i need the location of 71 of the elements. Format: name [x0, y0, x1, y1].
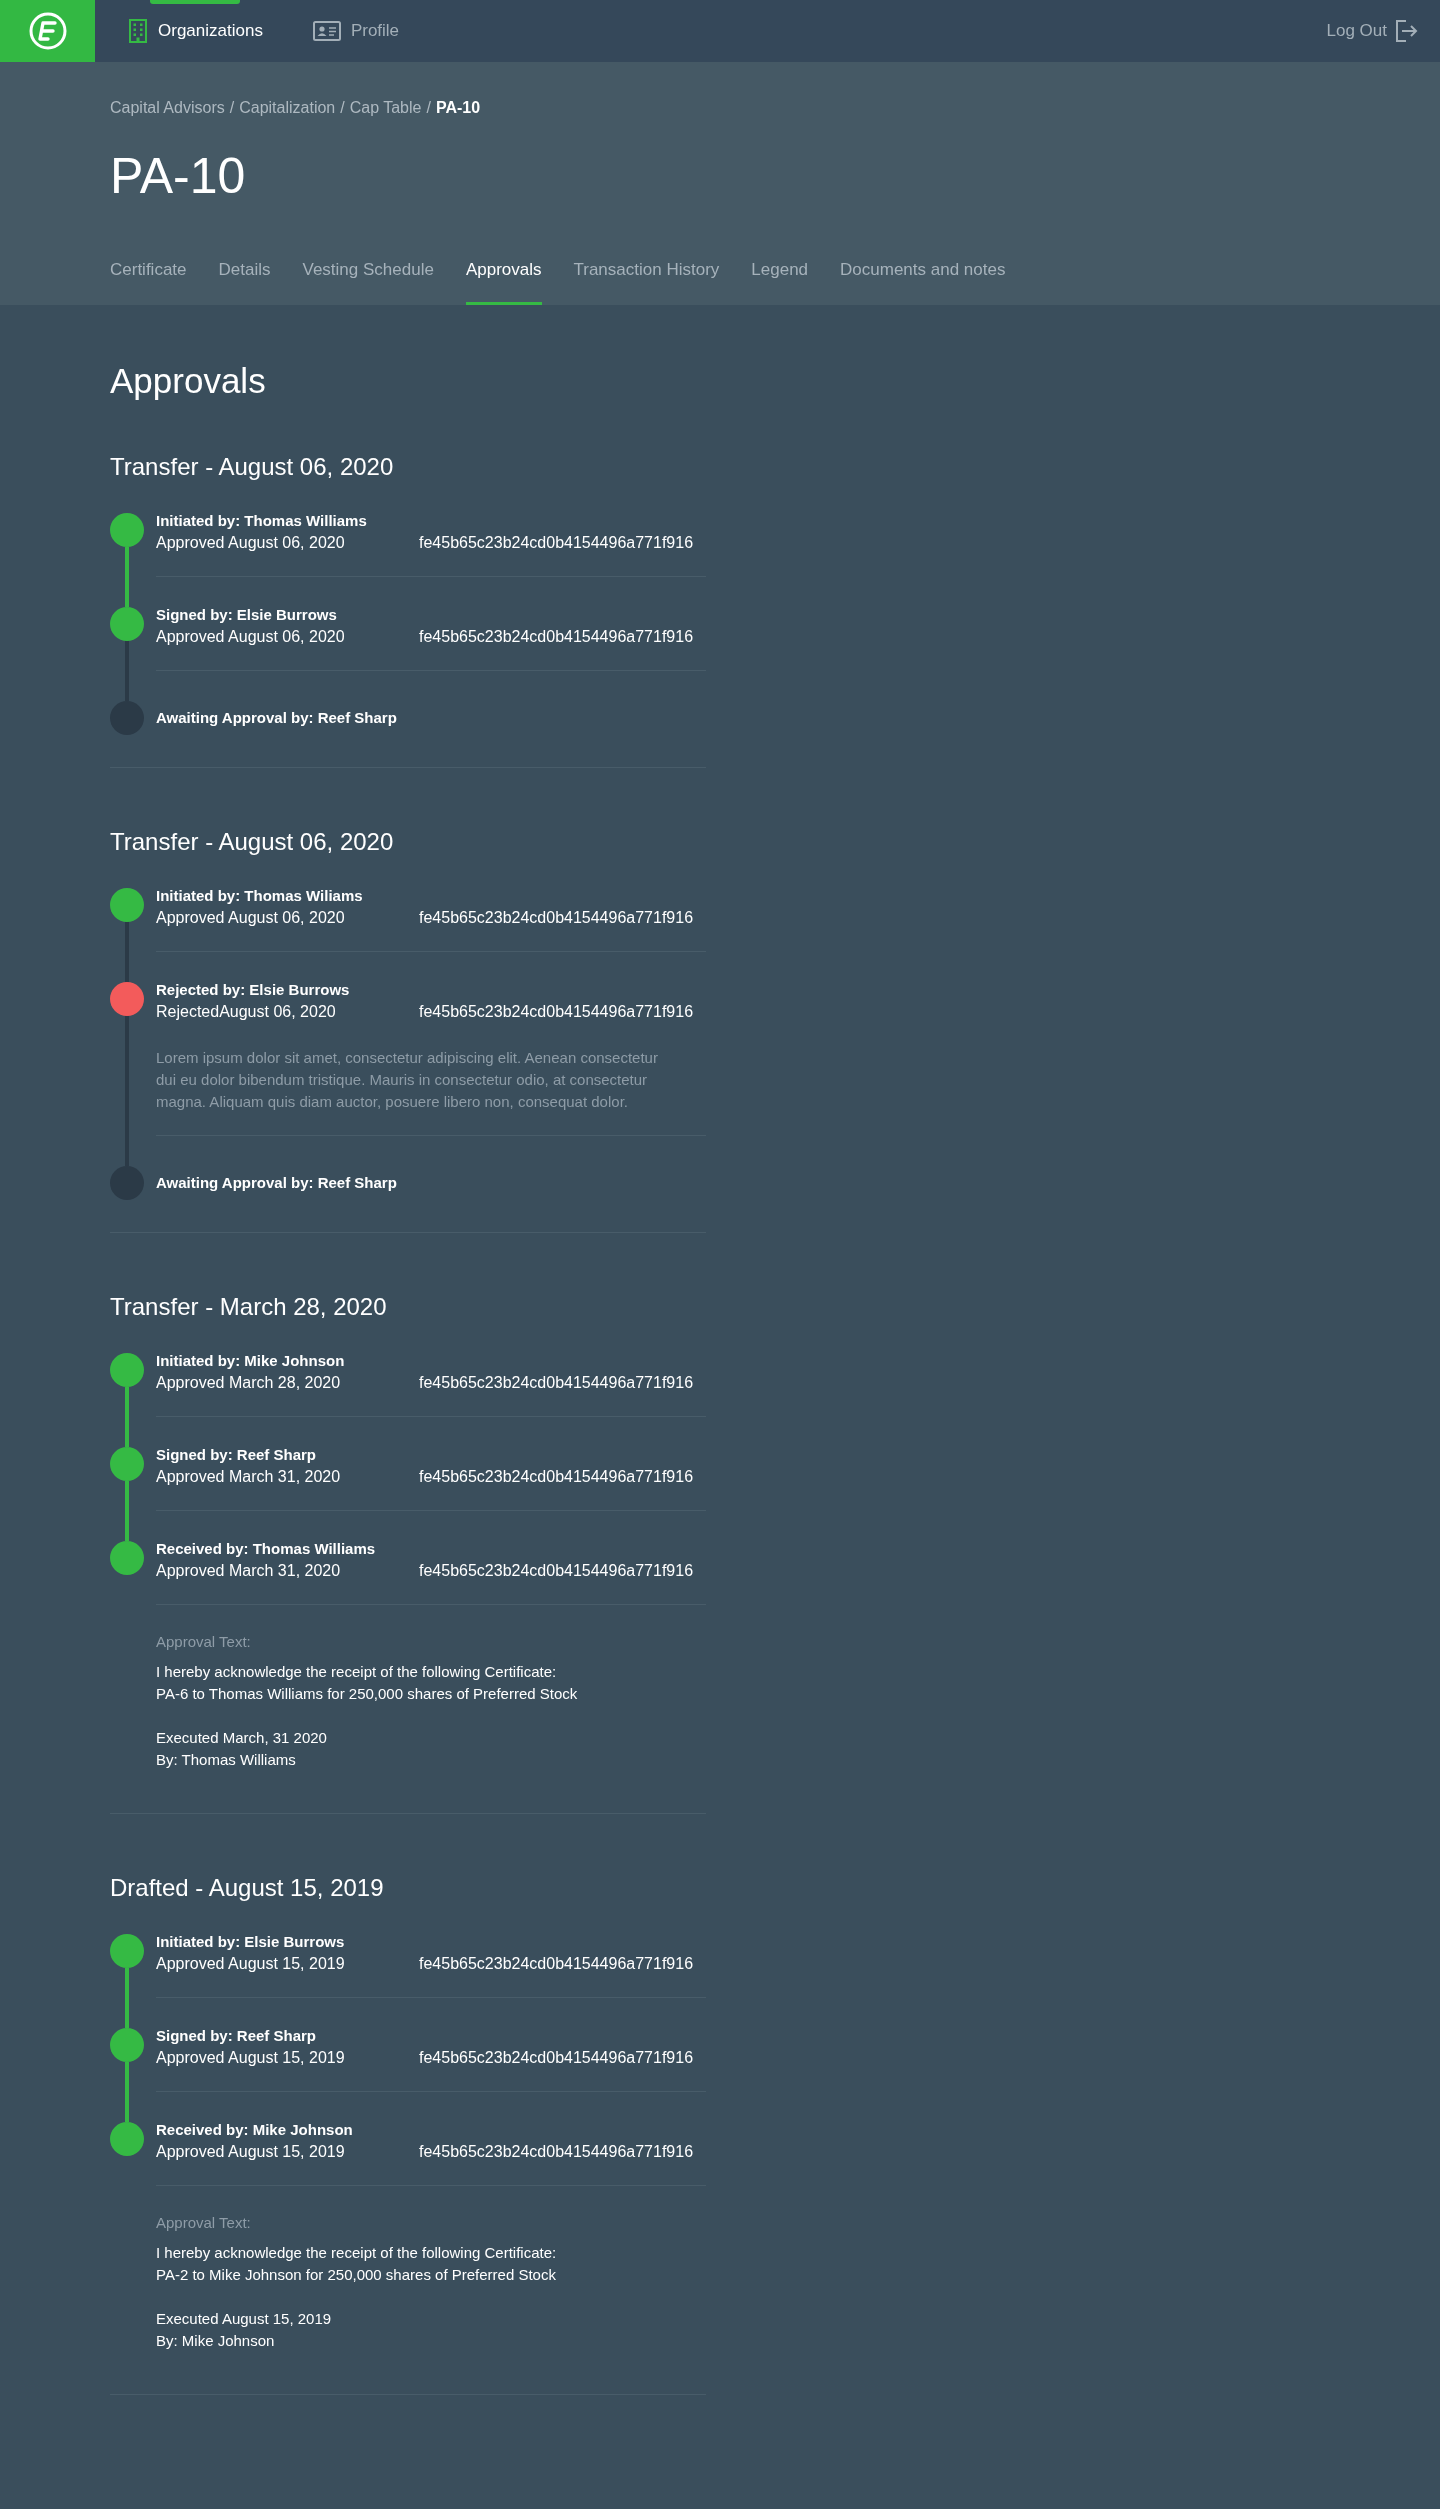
step-date: Approved August 06, 2020 [156, 627, 346, 647]
step-date: Approved August 15, 2019 [156, 1954, 346, 1974]
breadcrumb-link[interactable]: Cap Table [349, 97, 422, 119]
tab[interactable]: Legend [751, 245, 809, 305]
signature-hash: fe45b65c23b24cd0b4154496a771f916 [419, 1561, 694, 1581]
signature-hash: fe45b65c23b24cd0b4154496a771f916 [419, 1373, 694, 1393]
id-card-icon [312, 21, 341, 41]
step-date: Approved March 31, 2020 [156, 1561, 342, 1581]
step-date: Approved March 31, 2020 [156, 1467, 342, 1487]
approval-text-paragraph: I hereby acknowledge the receipt of the following Certificate: PA-2 to Mike Johnson for 250,000 shares of Preferred Stock [156, 2243, 558, 2285]
signature-hash: fe45b65c23b24cd0b4154496a771f916 [419, 1002, 694, 1022]
nav-item[interactable]: Profile [294, 0, 418, 62]
approval-text-paragraph: Executed March, 31 2020 By: Thomas Williams [156, 1728, 328, 1770]
breadcrumb-link[interactable]: Capital Advisors [110, 97, 225, 119]
tab[interactable]: Certificate [110, 245, 187, 305]
step-title: Initiated by: Thomas Wiliams [156, 886, 364, 906]
step-date: RejectedAugust 06, 2020 [156, 1002, 337, 1022]
approval-text-paragraph: Executed August 15, 2019 By: Mike Johnson [156, 2309, 333, 2351]
approval-text-paragraph: I hereby acknowledge the receipt of the following Certificate: PA-6 to Thomas Williams for 250,000 shares of Preferred Stock [156, 1662, 579, 1704]
page-title: PA-10 [110, 147, 247, 206]
approval-group-title: Transfer - August 06, 2020 [110, 827, 395, 857]
breadcrumb-separator: / [340, 98, 345, 118]
step-title: Signed by: Reef Sharp [156, 1445, 318, 1465]
rejection-comment: Lorem ipsum dolor sit amet, consectetur adipiscing elit. Aenean consectetur dui eu dolor bibendum tristique. Mauris in consectetur odio, at consectetur magna. Aliquam quis diam auctor, posuere libero non, consequat dolor. [156, 1048, 659, 1112]
log-out-button[interactable]: Log Out [1326, 0, 1419, 62]
timeline-connector [125, 2062, 129, 2122]
step-title: Signed by: Elsie Burrows [156, 605, 338, 625]
step-title: Initiated by: Elsie Burrows [156, 1932, 346, 1952]
timeline-connector [125, 1481, 129, 1541]
approval-group-title: Transfer - March 28, 2020 [110, 1292, 388, 1322]
signature-hash: fe45b65c23b24cd0b4154496a771f916 [419, 2048, 694, 2068]
timeline-connector [125, 1387, 129, 1447]
approval-group-title: Transfer - August 06, 2020 [110, 452, 395, 482]
step-date: Approved August 15, 2019 [156, 2048, 346, 2068]
breadcrumb-separator: / [229, 98, 235, 118]
building-icon [128, 19, 148, 43]
log-out-icon [1395, 20, 1419, 42]
step-title: Rejected by: Elsie Burrows [156, 980, 351, 1000]
step-date: Approved August 06, 2020 [156, 908, 346, 928]
signature-hash: fe45b65c23b24cd0b4154496a771f916 [419, 2142, 694, 2162]
step-title: Initiated by: Mike Johnson [156, 1351, 346, 1371]
timeline-connector [125, 547, 129, 607]
signature-hash: fe45b65c23b24cd0b4154496a771f916 [419, 1954, 694, 1974]
breadcrumb-separator: / [426, 98, 431, 118]
step-title: Initiated by: Thomas Williams [156, 511, 368, 531]
signature-hash: fe45b65c23b24cd0b4154496a771f916 [419, 533, 694, 553]
approval-group-title: Drafted - August 15, 2019 [110, 1873, 385, 1903]
breadcrumb-link[interactable]: Capitalization [239, 97, 336, 119]
logo-icon[interactable] [0, 0, 95, 62]
approval-text-label: Approval Text: [156, 1632, 252, 1652]
signature-hash: fe45b65c23b24cd0b4154496a771f916 [419, 908, 694, 928]
breadcrumb-current[interactable]: PA-10 [435, 97, 481, 119]
step-date: Approved March 28, 2020 [156, 1373, 342, 1393]
section-heading: Approvals [110, 360, 267, 402]
approval-text-label: Approval Text: [156, 2213, 252, 2233]
tab[interactable]: Approvals [465, 245, 542, 305]
tab[interactable]: Details [218, 245, 271, 305]
step-title: Awaiting Approval by: Reef Sharp [156, 708, 398, 728]
signature-hash: fe45b65c23b24cd0b4154496a771f916 [419, 1467, 694, 1487]
step-date: Approved August 06, 2020 [156, 533, 346, 553]
step-title: Received by: Mike Johnson [156, 2120, 354, 2140]
step-title: Received by: Thomas Williams [156, 1539, 377, 1559]
timeline-connector [125, 1968, 129, 2028]
tab[interactable]: Documents and notes [840, 245, 1006, 305]
step-title: Signed by: Reef Sharp [156, 2026, 318, 2046]
tab[interactable]: Vesting Schedule [302, 245, 434, 305]
step-date: Approved August 15, 2019 [156, 2142, 346, 2162]
signature-hash: fe45b65c23b24cd0b4154496a771f916 [419, 627, 694, 647]
nav-item[interactable]: Organizations [110, 0, 281, 62]
step-title: Awaiting Approval by: Reef Sharp [156, 1173, 398, 1193]
tab[interactable]: Transaction History [573, 245, 720, 305]
